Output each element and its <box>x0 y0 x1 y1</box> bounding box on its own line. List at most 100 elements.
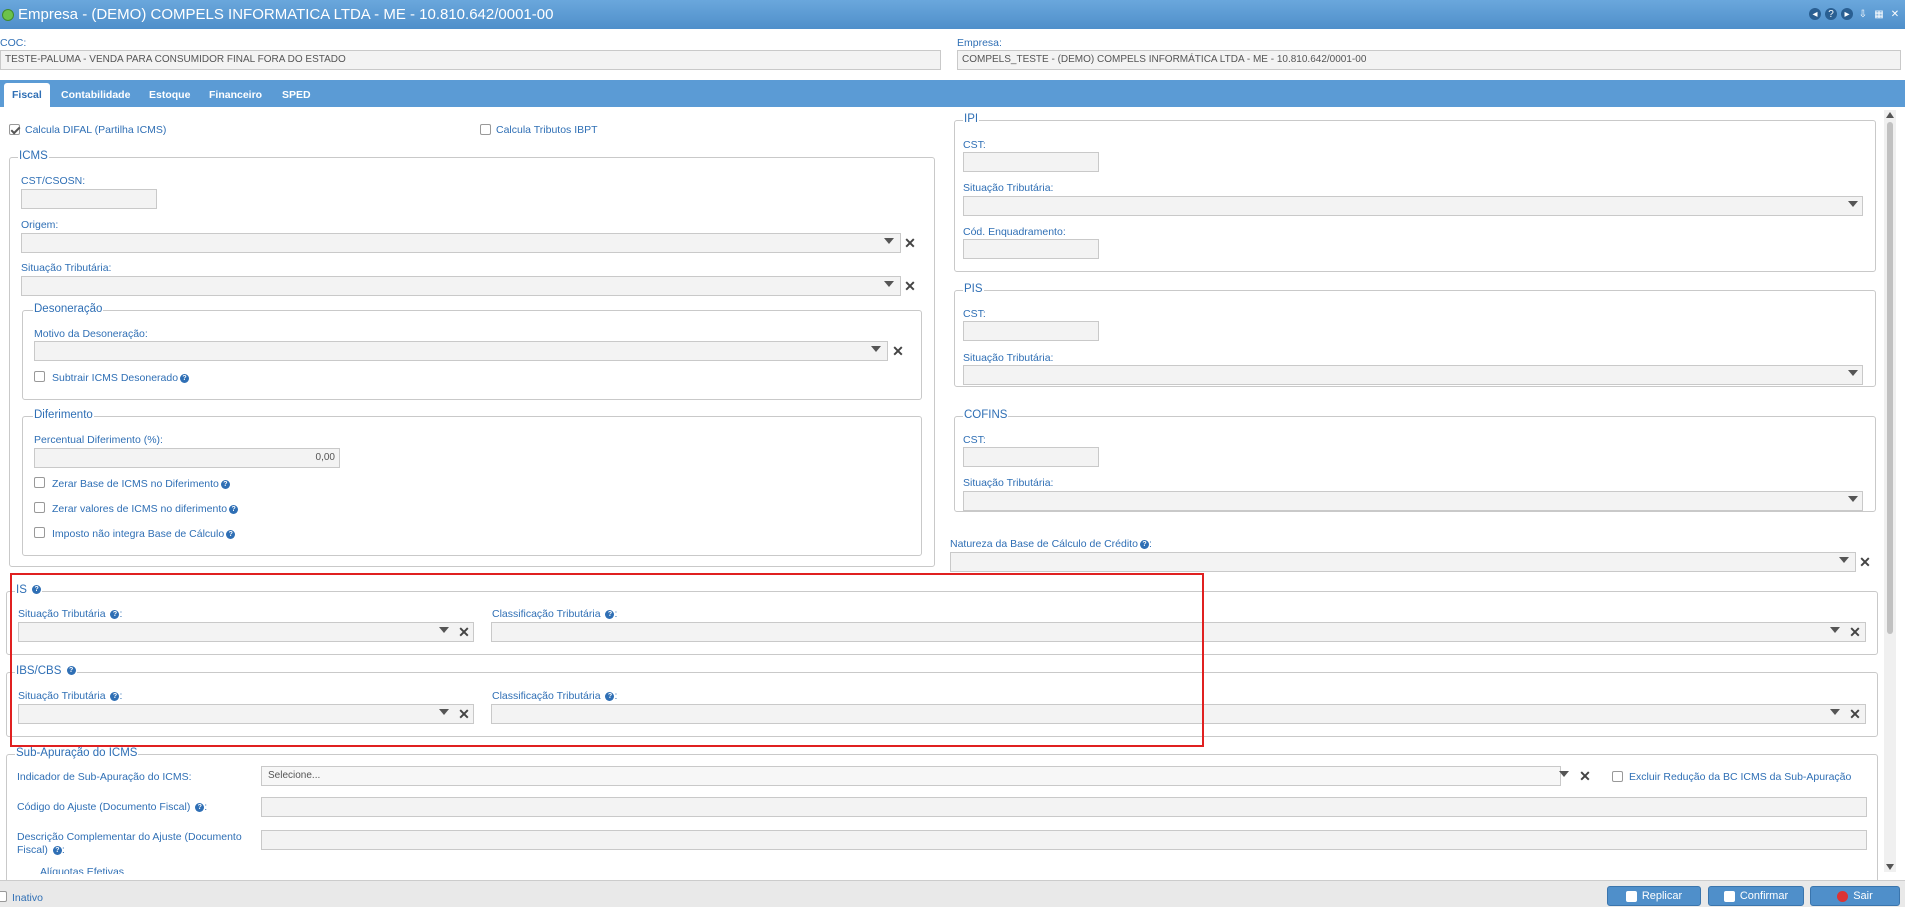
chevron-down-icon[interactable] <box>1830 627 1840 633</box>
back-icon[interactable]: ◂ <box>1809 8 1821 20</box>
sair-button[interactable]: Sair <box>1810 886 1900 906</box>
close-icon[interactable]: ✕ <box>1889 8 1901 20</box>
window-controls: ◂ ? ▸ ⇩ ▦ ✕ <box>1809 8 1901 20</box>
cofins-cst-input[interactable] <box>963 447 1099 467</box>
indicador-value: Selecione... <box>268 770 321 781</box>
ibpt-checkbox[interactable] <box>480 124 491 135</box>
save-icon <box>1723 890 1735 902</box>
imposto-nao-checkbox[interactable] <box>34 527 45 538</box>
coc-label: COC: <box>0 37 27 49</box>
sair-label: Sair <box>1853 890 1873 902</box>
chevron-down-icon[interactable] <box>871 346 881 352</box>
excluir-checkbox[interactable] <box>1612 771 1623 782</box>
tab-bar: Fiscal Contabilidade Estoque Financeiro … <box>0 80 1905 107</box>
chevron-down-icon[interactable] <box>1848 201 1858 207</box>
help-icon[interactable]: ? <box>220 479 230 489</box>
indicador-select[interactable]: Selecione... <box>261 766 1569 786</box>
origem-clear-icon[interactable]: ✕ <box>903 235 917 252</box>
help-icon[interactable]: ? <box>226 529 236 539</box>
clear-icon[interactable]: ✕ <box>1848 706 1862 723</box>
chevron-down-icon[interactable] <box>1839 557 1849 563</box>
tab-estoque[interactable]: Estoque <box>141 83 198 107</box>
difal-checkbox[interactable] <box>9 124 20 135</box>
subapuracao-legend: Sub-Apuração do ICMS <box>15 747 139 759</box>
scroll-down-icon[interactable] <box>1886 864 1894 870</box>
help-icon[interactable]: ? <box>180 373 190 383</box>
cofins-situacao-label: Situação Tributária: <box>963 477 1054 489</box>
cst-csosn-label: CST/CSOSN: <box>21 175 86 187</box>
difal-label: Calcula DIFAL (Partilha ICMS) <box>25 124 167 136</box>
chevron-down-icon[interactable] <box>884 238 894 244</box>
descricao-input[interactable] <box>261 830 1867 850</box>
motivo-clear-icon[interactable]: ✕ <box>891 343 905 360</box>
chevron-down-icon[interactable] <box>1848 370 1858 376</box>
percentual-input[interactable]: 0,00 <box>34 448 340 468</box>
chevron-down-icon[interactable] <box>1559 771 1569 777</box>
natureza-select[interactable] <box>950 552 1856 572</box>
ipi-cst-input[interactable] <box>963 152 1099 172</box>
natureza-clear-icon[interactable]: ✕ <box>1858 554 1872 571</box>
inativo-checkbox[interactable] <box>0 891 7 902</box>
icms-legend: ICMS <box>18 150 49 162</box>
imposto-nao-label: Imposto não integra Base de Cálculo? <box>52 528 236 540</box>
exit-icon <box>1837 890 1849 902</box>
icms-situacao-select[interactable] <box>21 276 901 296</box>
chevron-down-icon[interactable] <box>1848 496 1858 502</box>
cofins-situacao-select[interactable] <box>963 491 1863 511</box>
ibpt-label: Calcula Tributos IBPT <box>496 124 598 136</box>
ipi-situacao-label: Situação Tributária: <box>963 182 1054 194</box>
scroll-up-icon[interactable] <box>1886 112 1894 118</box>
help-icon[interactable]: ? <box>1139 539 1149 549</box>
replicate-icon <box>1625 890 1637 902</box>
clear-icon[interactable]: ✕ <box>1848 624 1862 641</box>
app-icon <box>2 8 14 21</box>
codigo-label: Código do Ajuste (Documento Fiscal) ?: <box>17 801 208 813</box>
cofins-legend: COFINS <box>963 409 1009 421</box>
ipi-enquadramento-label: Cód. Enquadramento: <box>963 226 1066 238</box>
help-icon[interactable]: ? <box>52 845 62 855</box>
empresa-field[interactable]: COMPELS_TESTE - (DEMO) COMPELS INFORMÁTI… <box>957 50 1901 70</box>
scroll-thumb[interactable] <box>1887 122 1893 634</box>
diferimento-legend: Diferimento <box>33 409 94 421</box>
empresa-label: Empresa: <box>957 37 1002 49</box>
motivo-label: Motivo da Desoneração: <box>34 328 148 340</box>
icms-situacao-clear-icon[interactable]: ✕ <box>903 278 917 295</box>
indicador-label: Indicador de Sub-Apuração do ICMS: <box>17 771 192 783</box>
origem-label: Origem: <box>21 219 59 231</box>
motivo-select[interactable] <box>34 341 888 361</box>
calendar-icon[interactable]: ▦ <box>1873 8 1885 20</box>
next-icon[interactable]: ▸ <box>1841 8 1853 20</box>
ipi-cst-label: CST: <box>963 139 986 151</box>
pis-situacao-select[interactable] <box>963 365 1863 385</box>
cst-csosn-input[interactable] <box>21 189 157 209</box>
zerar-valores-label: Zerar valores de ICMS no diferimento? <box>52 503 239 515</box>
zerar-valores-checkbox[interactable] <box>34 502 45 513</box>
zerar-base-checkbox[interactable] <box>34 477 45 488</box>
chevron-down-icon[interactable] <box>884 281 894 287</box>
indicador-clear-icon[interactable]: ✕ <box>1578 768 1592 785</box>
ipi-enquadramento-input[interactable] <box>963 239 1099 259</box>
replicar-label: Replicar <box>1641 890 1683 902</box>
tab-financeiro[interactable]: Financeiro <box>201 83 270 107</box>
highlight-box <box>10 573 1204 747</box>
tab-fiscal[interactable]: Fiscal <box>4 83 50 107</box>
help-icon[interactable]: ? <box>229 504 239 514</box>
natureza-label: Natureza da Base de Cálculo de Crédito?: <box>950 538 1152 550</box>
help-icon[interactable]: ? <box>195 802 205 812</box>
vertical-scrollbar[interactable] <box>1884 110 1896 872</box>
confirmar-button[interactable]: Confirmar <box>1708 886 1804 906</box>
tab-sped[interactable]: SPED <box>274 83 319 107</box>
help-icon[interactable]: ? <box>1825 8 1837 20</box>
chevron-down-icon[interactable] <box>1830 709 1840 715</box>
download-icon[interactable]: ⇩ <box>1857 8 1869 20</box>
origem-select[interactable] <box>21 233 901 253</box>
ipi-legend: IPI <box>963 113 980 125</box>
tab-contabilidade[interactable]: Contabilidade <box>53 83 138 107</box>
pis-cst-input[interactable] <box>963 321 1099 341</box>
subtrair-checkbox[interactable] <box>34 371 45 382</box>
ipi-situacao-select[interactable] <box>963 196 1863 216</box>
replicar-button[interactable]: Replicar <box>1607 886 1701 906</box>
window-titlebar: Empresa - (DEMO) COMPELS INFORMATICA LTD… <box>0 0 1905 29</box>
coc-field[interactable]: TESTE-PALUMA - VENDA PARA CONSUMIDOR FIN… <box>0 50 941 70</box>
codigo-input[interactable] <box>261 797 1867 817</box>
